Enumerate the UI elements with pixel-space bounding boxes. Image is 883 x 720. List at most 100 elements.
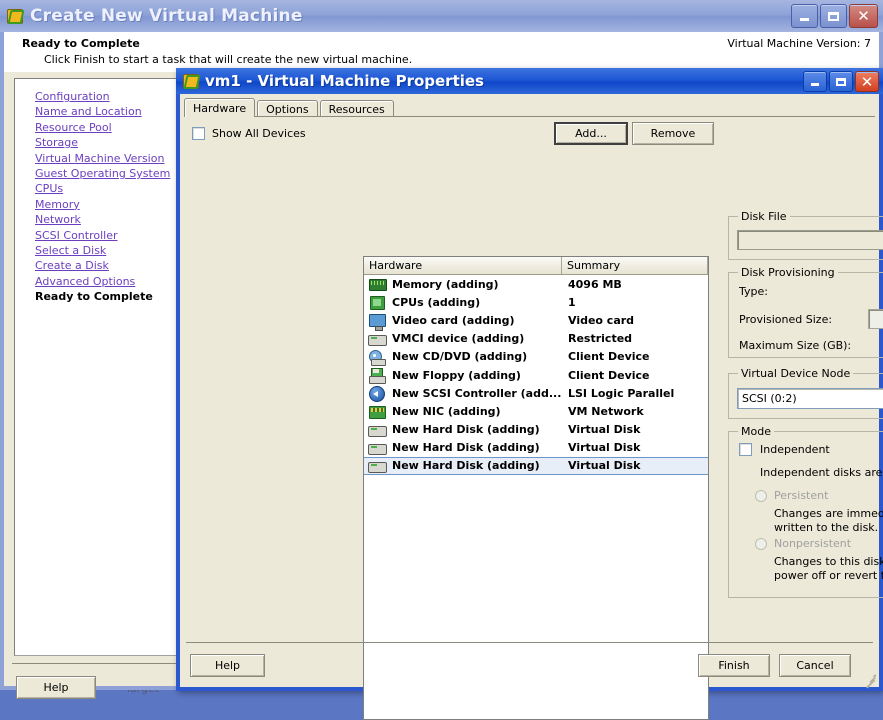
vm-icon: [6, 8, 25, 24]
independent-checkbox[interactable]: Independent: [739, 443, 830, 456]
table-row[interactable]: VMCI device (adding) Restricted: [364, 330, 708, 348]
nav-ready-to-complete: Ready to Complete: [35, 290, 153, 304]
nav-resource-pool[interactable]: Resource Pool: [35, 120, 170, 135]
row-summary: VM Network: [568, 404, 644, 418]
nav-network[interactable]: Network: [35, 212, 170, 227]
table-row[interactable]: New SCSI Controller (add... LSI Logic Pa…: [364, 384, 708, 403]
dialog-body: Hardware Options Resources Show All Devi…: [180, 94, 883, 720]
table-row[interactable]: New Hard Disk (adding) Virtual Disk: [364, 439, 708, 457]
type-label: Type:: [739, 285, 768, 298]
row-name: New Hard Disk (adding): [392, 441, 540, 455]
wizard-step-title: Ready to Complete: [22, 37, 140, 50]
table-row[interactable]: New NIC (adding) VM Network: [364, 402, 708, 420]
provisioned-size-label: Provisioned Size:: [739, 313, 833, 326]
tab-resources[interactable]: Resources: [319, 100, 394, 117]
table-row[interactable]: Video card (adding) Video card: [364, 311, 708, 332]
disk-file-input[interactable]: [737, 230, 883, 250]
nonpersistent-radio: [755, 538, 767, 550]
row-name: CPUs (adding): [392, 295, 481, 309]
minimize-button[interactable]: [791, 4, 818, 28]
row-name: New SCSI Controller (add...: [392, 386, 562, 400]
row-summary: Virtual Disk: [568, 423, 641, 437]
row-summary: Client Device: [568, 350, 650, 364]
row-summary: Client Device: [568, 368, 650, 382]
add-device-button[interactable]: Add...: [554, 122, 628, 145]
table-row-selected[interactable]: New Hard Disk (adding) Virtual Disk: [364, 456, 708, 476]
close-button[interactable]: ✕: [855, 71, 879, 92]
nav-guest-operating-system[interactable]: Guest Operating System: [35, 166, 170, 181]
row-summary: Virtual Disk: [568, 441, 641, 455]
column-header-hardware[interactable]: Hardware: [364, 257, 562, 274]
row-name: Video card (adding): [392, 313, 515, 327]
checkbox-box: [739, 443, 752, 456]
nav-name-and-location[interactable]: Name and Location: [35, 104, 170, 119]
dialog-titlebar[interactable]: vm1 - Virtual Machine Properties ✕: [176, 68, 883, 94]
disk-provisioning-group: Disk Provisioning Type: Thin Provision P…: [728, 266, 883, 358]
dialog-controls: ✕: [803, 71, 879, 92]
row-summary: 4096 MB: [568, 277, 622, 291]
row-summary: Restricted: [568, 332, 633, 346]
nav-cpus[interactable]: CPUs: [35, 181, 170, 196]
nav-select-a-disk[interactable]: Select a Disk: [35, 243, 170, 258]
nav-scsi-controller[interactable]: SCSI Controller: [35, 228, 170, 243]
virtual-device-node-select[interactable]: SCSI (0:2): [737, 388, 883, 409]
window-title: Create New Virtual Machine: [30, 6, 303, 26]
screen: Target Create New Virtual Machine ✕ Read…: [0, 0, 883, 720]
tab-options[interactable]: Options: [257, 100, 318, 117]
wizard-step-list: Configuration Name and Location Resource…: [14, 78, 183, 656]
finish-button[interactable]: Finish: [698, 654, 770, 677]
disk-file-group: Disk File: [728, 210, 883, 260]
close-button[interactable]: ✕: [849, 4, 878, 28]
table-row[interactable]: New CD/DVD (adding) Client Device: [364, 348, 708, 366]
row-name: VMCI device (adding): [392, 332, 525, 346]
row-name: New CD/DVD (adding): [392, 350, 528, 364]
hardware-list[interactable]: Hardware Summary Memory (adding) 4096 MB…: [363, 256, 709, 720]
persistent-description: Changes are immediately and permanently …: [774, 507, 883, 534]
mode-group: Mode Independent Independent disks are n…: [728, 425, 883, 598]
maximize-button[interactable]: [829, 71, 853, 92]
provisioned-size-stepper[interactable]: 8: [868, 309, 883, 329]
vm-version-label: Virtual Machine Version: 7: [727, 37, 871, 50]
vm-icon: [182, 73, 201, 89]
wizard-nav: Configuration Name and Location Resource…: [35, 89, 170, 305]
resize-grip[interactable]: [862, 671, 877, 688]
dialog-footer-divider: [186, 642, 873, 643]
dialog-help-button[interactable]: Help: [190, 654, 265, 677]
row-name: New Hard Disk (adding): [392, 423, 540, 437]
nic-icon: [367, 403, 387, 420]
remove-device-button[interactable]: Remove: [632, 122, 714, 145]
nonpersistent-description: Changes to this disk are discarded when …: [774, 555, 883, 582]
table-row[interactable]: CPUs (adding) 1: [364, 293, 708, 311]
nav-advanced-options[interactable]: Advanced Options: [35, 274, 170, 289]
scsi-controller-icon: [367, 385, 387, 403]
mode-legend: Mode: [738, 425, 774, 438]
maximize-button[interactable]: [820, 4, 847, 28]
disk-file-legend: Disk File: [738, 210, 790, 223]
row-summary: LSI Logic Parallel: [568, 386, 675, 400]
cd-dvd-icon: [367, 349, 387, 366]
row-summary: Virtual Disk: [568, 459, 641, 473]
show-all-devices-checkbox[interactable]: Show All Devices: [192, 127, 306, 140]
table-row[interactable]: Memory (adding) 4096 MB: [364, 275, 708, 293]
maximum-size-label: Maximum Size (GB):: [739, 339, 852, 352]
nav-configuration[interactable]: Configuration: [35, 89, 170, 104]
window-titlebar[interactable]: Create New Virtual Machine ✕: [0, 0, 883, 32]
independent-description: Independent disks are not affected by sn…: [760, 466, 883, 479]
tab-strip: Hardware Options Resources: [184, 98, 396, 117]
cancel-button[interactable]: Cancel: [779, 654, 851, 677]
nav-storage[interactable]: Storage: [35, 135, 170, 150]
virtual-device-node-legend: Virtual Device Node: [738, 367, 854, 380]
nonpersistent-label: Nonpersistent: [774, 537, 852, 550]
table-row[interactable]: New Hard Disk (adding) Virtual Disk: [364, 421, 708, 439]
hard-disk-icon: [367, 440, 387, 456]
row-name: New Hard Disk (adding): [392, 459, 540, 473]
column-header-summary[interactable]: Summary: [562, 257, 708, 274]
hardware-list-header: Hardware Summary: [364, 257, 708, 275]
minimize-button[interactable]: [803, 71, 827, 92]
table-row[interactable]: New Floppy (adding) Client Device: [364, 366, 708, 385]
nav-create-a-disk[interactable]: Create a Disk: [35, 258, 170, 273]
virtual-device-node-group: Virtual Device Node SCSI (0:2): [728, 367, 883, 419]
nav-memory[interactable]: Memory: [35, 197, 170, 212]
tab-hardware[interactable]: Hardware: [184, 98, 256, 117]
nav-virtual-machine-version[interactable]: Virtual Machine Version: [35, 151, 170, 166]
